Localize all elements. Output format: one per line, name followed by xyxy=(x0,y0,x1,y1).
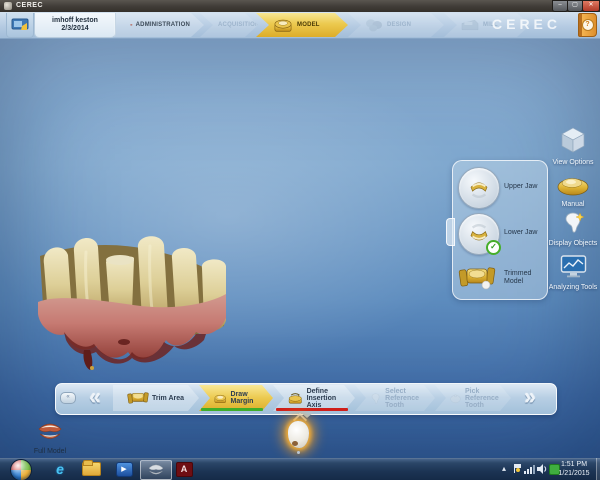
trimmed-model-label[interactable]: Trimmed Model xyxy=(504,270,544,286)
volume-icon[interactable] xyxy=(537,464,548,474)
phase-tab-model[interactable]: MODEL xyxy=(256,13,348,37)
lower-jaw-button[interactable]: ✓ xyxy=(458,213,500,255)
steps-forward-button[interactable]: » xyxy=(513,384,547,412)
panel-collapse-handle[interactable] xyxy=(446,218,455,246)
analyzing-tools-label: Analyzing Tools xyxy=(545,284,600,292)
step-label: Draw Margin xyxy=(231,391,261,405)
close-button[interactable]: ✕ xyxy=(582,0,600,12)
full-model-label: Full Model xyxy=(22,448,78,456)
adobe-reader-icon: A xyxy=(176,462,193,477)
step-label: Select Reference Tooth xyxy=(385,388,423,409)
step-pick-reference-tooth: Pick Reference Tooth xyxy=(435,385,511,411)
gold-model-icon xyxy=(557,174,589,196)
upper-jaw-button[interactable] xyxy=(458,167,500,209)
maximize-button[interactable]: ▢ xyxy=(567,0,583,12)
phase-tab-administration[interactable]: ADMINISTRATION xyxy=(114,13,204,37)
network-icon[interactable] xyxy=(524,464,535,474)
clock-date: 1/21/2015 xyxy=(552,469,596,478)
taskbar-media-player[interactable]: ▶ xyxy=(112,460,136,478)
minimize-button[interactable]: – xyxy=(552,0,568,12)
explorer-folder-icon xyxy=(82,462,101,476)
patient-tab[interactable]: imhoff keston 2/3/2014 xyxy=(34,13,116,38)
crown-design-icon xyxy=(364,17,384,33)
cube-3d-icon xyxy=(560,126,586,154)
collapse-toolbar-button[interactable]: « xyxy=(60,392,76,404)
view-options-label: View Options xyxy=(545,159,600,167)
lower-jaw-scan-model[interactable] xyxy=(28,222,238,372)
window-title: CEREC xyxy=(16,2,43,9)
patient-date: 2/3/2014 xyxy=(61,25,88,33)
clock-time: 1:51 PM xyxy=(552,460,596,469)
display-objects-button[interactable]: Display Objects xyxy=(545,208,600,248)
trimmed-model-icon xyxy=(458,262,496,292)
manual-button[interactable]: Manual xyxy=(545,174,600,209)
model-stump-icon xyxy=(272,16,294,34)
phase-label: DESIGN xyxy=(387,22,411,28)
cerec-application-window: CEREC – ▢ ✕ imhoff keston 2/3/2014 ADMIN… xyxy=(0,0,600,480)
phase-label: MODEL xyxy=(297,22,320,28)
monitor-chart-icon xyxy=(560,254,587,279)
taskbar-internet-explorer[interactable]: e xyxy=(48,460,72,478)
trimmed-model-button[interactable] xyxy=(458,262,496,297)
taskbar-adobe-reader[interactable]: A xyxy=(172,460,196,478)
select-reference-tooth-icon xyxy=(369,390,382,406)
step-select-reference-tooth: Select Reference Tooth xyxy=(355,385,435,411)
draw-margin-status-underline xyxy=(201,408,263,411)
full-model-button[interactable]: Full Model xyxy=(22,421,78,456)
start-screen-icon xyxy=(11,18,29,32)
action-center-button[interactable] xyxy=(514,464,515,473)
phase-label: ADMINISTRATION xyxy=(136,22,190,28)
help-button[interactable]: ? xyxy=(578,13,597,37)
close-icon: ✕ xyxy=(583,1,599,10)
taskbar-cerec-active[interactable] xyxy=(140,460,172,480)
hidden-icons-button[interactable]: ▴ xyxy=(502,464,506,474)
open-jaw-icon xyxy=(36,421,64,443)
lower-jaw-label[interactable]: Lower Jaw xyxy=(504,229,537,237)
upper-jaw-icon xyxy=(463,172,495,204)
tooth-sparkle-icon xyxy=(560,208,586,235)
app-window-icon xyxy=(4,2,12,10)
window-titlebar: CEREC xyxy=(0,0,600,12)
view-options-button[interactable]: View Options xyxy=(545,126,600,167)
media-player-icon: ▶ xyxy=(116,462,133,477)
cerec-brand-logo: CEREC xyxy=(492,16,572,32)
step-label: Trim Area xyxy=(152,395,184,402)
analyzing-tools-button[interactable]: Analyzing Tools xyxy=(545,254,600,292)
milling-unit-icon xyxy=(460,17,480,33)
define-insertion-axis-status-underline xyxy=(276,408,348,411)
phase-tab-design: DESIGN xyxy=(348,13,444,37)
pick-reference-tooth-icon xyxy=(449,391,462,406)
step-trim-area[interactable]: Trim Area xyxy=(113,385,199,411)
denture-icon xyxy=(130,16,133,34)
display-objects-label: Display Objects xyxy=(545,240,600,248)
tooth-dot xyxy=(297,451,300,454)
tooth-spot xyxy=(292,441,298,446)
lower-jaw-check-icon: ✓ xyxy=(486,240,501,255)
minimize-icon: – xyxy=(553,1,567,10)
patient-name: imhoff keston xyxy=(52,17,98,25)
draw-margin-icon xyxy=(213,390,228,407)
internet-explorer-icon: e xyxy=(56,461,64,477)
step-label: Define Insertion Axis xyxy=(307,388,343,409)
trim-area-icon xyxy=(127,389,149,407)
start-button[interactable] xyxy=(10,459,32,480)
cerec-app-icon xyxy=(147,463,165,477)
maximize-icon: ▢ xyxy=(568,1,582,10)
upper-jaw-label[interactable]: Upper Jaw xyxy=(504,183,537,191)
taskbar-explorer[interactable] xyxy=(78,460,104,478)
show-desktop-button[interactable] xyxy=(596,458,600,480)
steps-back-button[interactable]: « xyxy=(78,384,112,412)
home-tab[interactable] xyxy=(6,13,34,38)
help-book-icon: ? xyxy=(582,19,594,31)
step-label: Pick Reference Tooth xyxy=(465,388,499,409)
taskbar-clock[interactable]: 1:51 PM 1/21/2015 xyxy=(552,460,596,478)
define-insertion-axis-icon xyxy=(287,390,304,407)
phase-label: ACQUISITION xyxy=(218,22,260,28)
action-center-flag-icon xyxy=(514,464,515,473)
